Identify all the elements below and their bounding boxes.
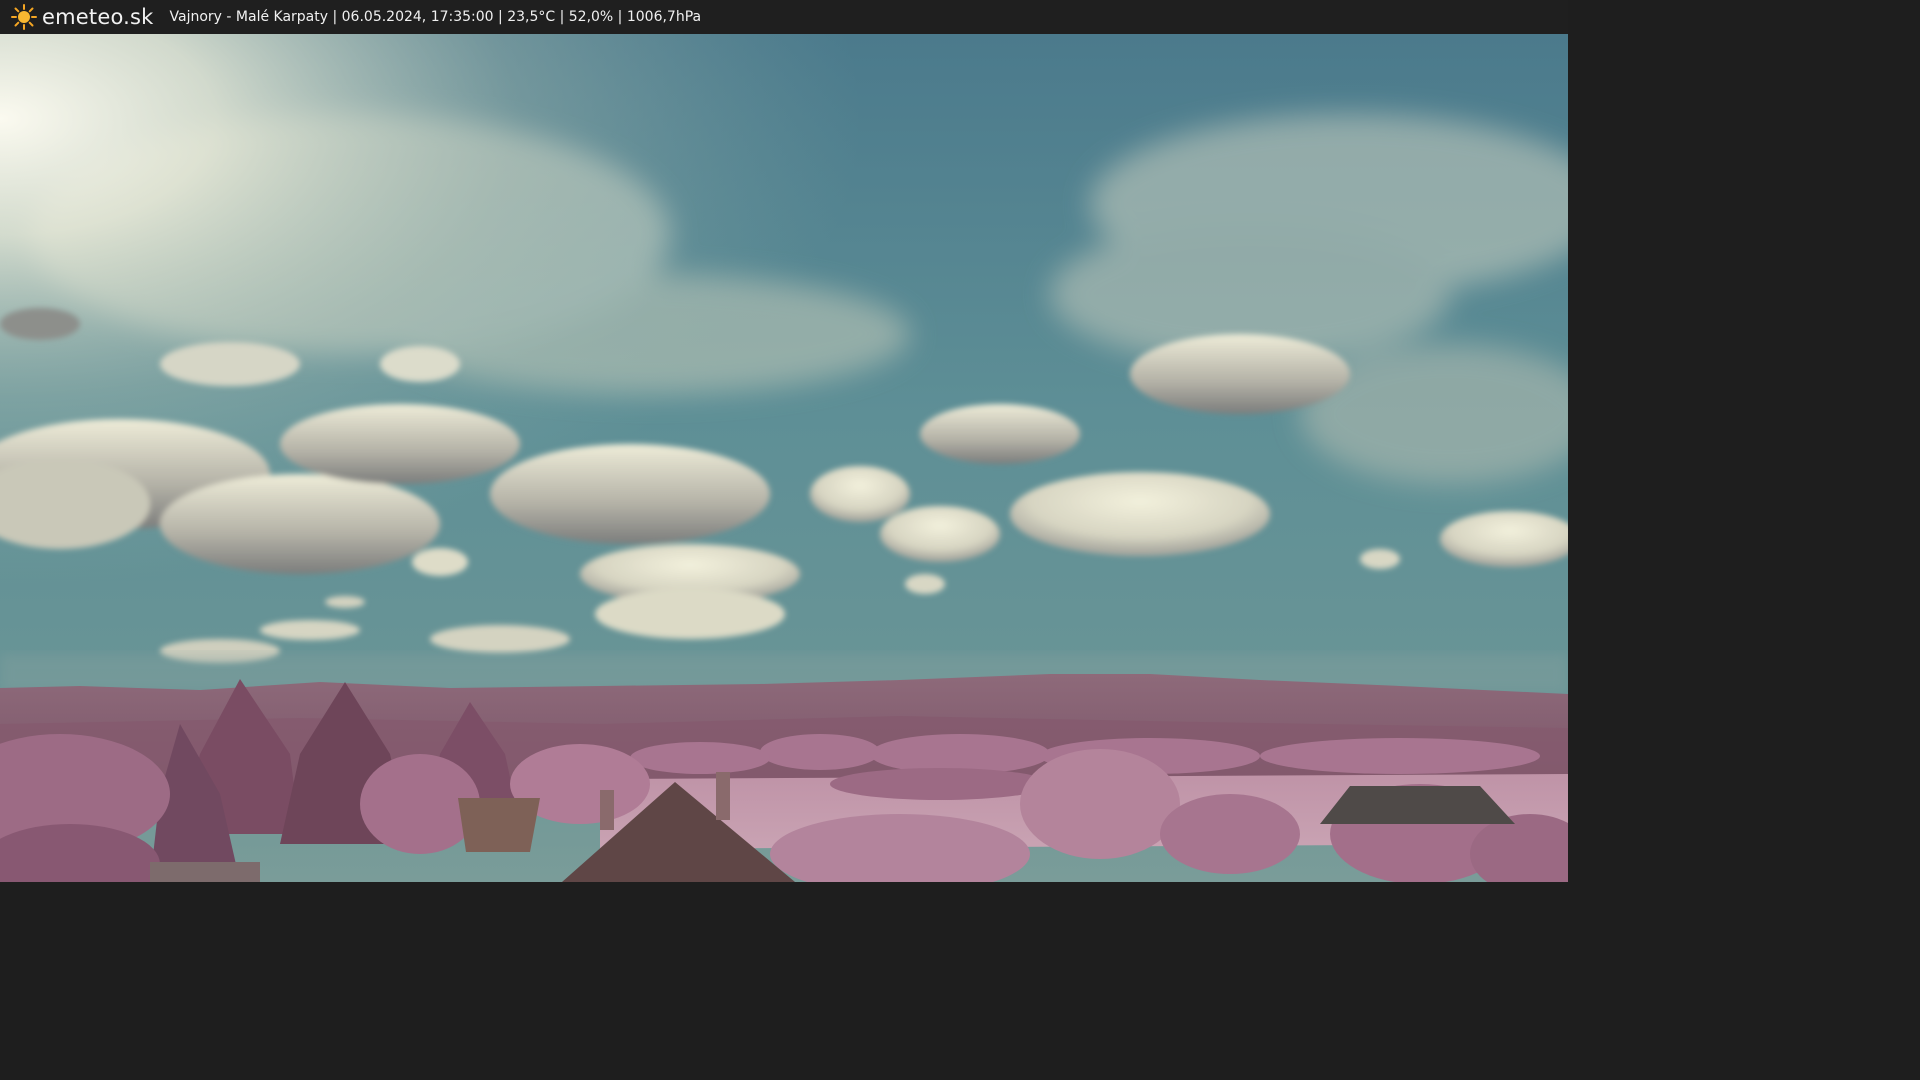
brand[interactable]: emeteo.sk — [10, 3, 154, 31]
sun-icon — [11, 4, 37, 30]
header-bar: emeteo.sk Vajnory - Malé Karpaty | 06.05… — [0, 0, 1568, 34]
webcam-caption: Vajnory - Malé Karpaty | 06.05.2024, 17:… — [169, 9, 702, 25]
brand-name: emeteo.sk — [42, 5, 154, 29]
webcam-image — [0, 34, 1568, 882]
webcam-scene — [0, 34, 1568, 882]
